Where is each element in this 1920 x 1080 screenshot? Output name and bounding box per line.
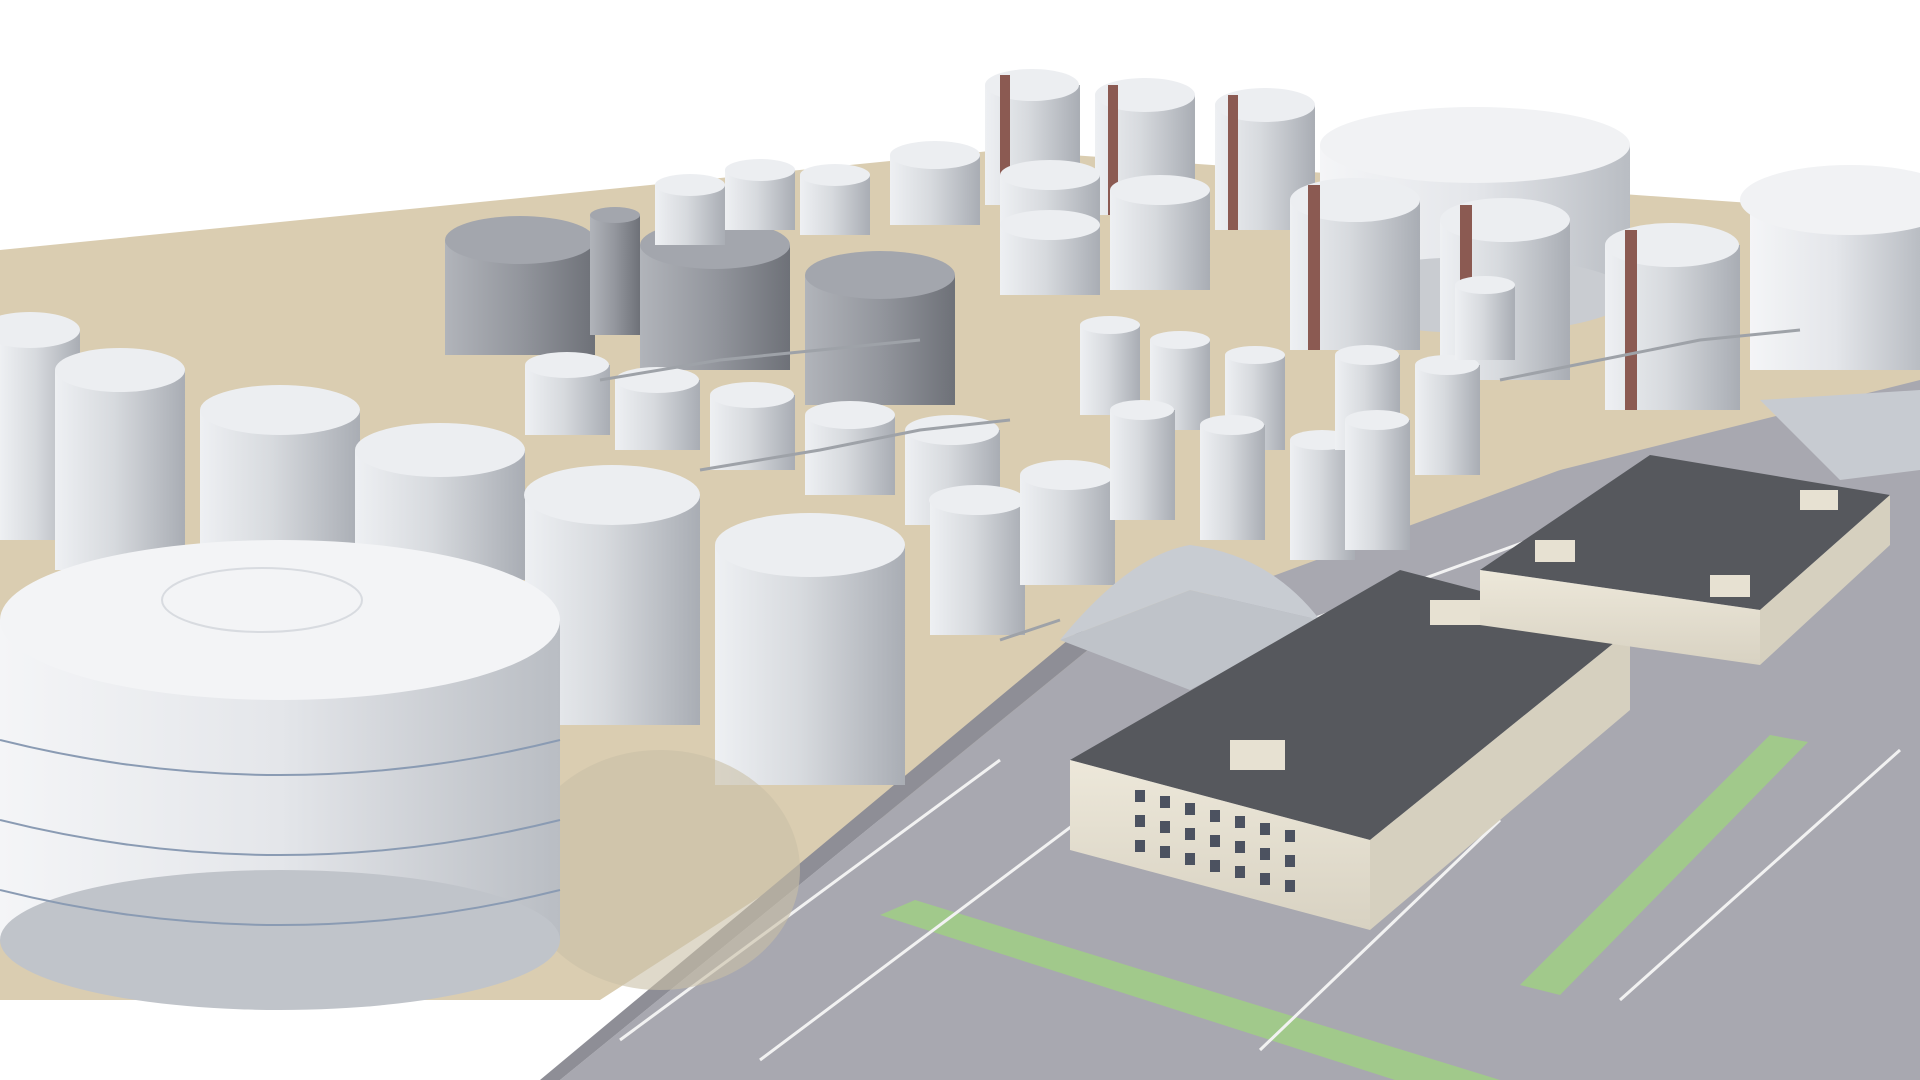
roof-vent: [1710, 575, 1750, 597]
storage-tank: [890, 141, 980, 225]
storage-tank: [590, 207, 640, 335]
storage-tank: [725, 159, 795, 230]
large-dome-tank: [1740, 165, 1920, 370]
storage-tank: [1000, 210, 1100, 295]
storage-tank: [805, 251, 955, 405]
storage-tank: [1455, 276, 1515, 360]
storage-tank: [1110, 175, 1210, 290]
storage-tank: [200, 385, 360, 550]
storage-tank: [805, 401, 895, 495]
storage-tank: [1020, 460, 1115, 585]
storage-tank: [655, 174, 725, 245]
storage-tank: [615, 367, 700, 450]
storage-tank: [1200, 415, 1265, 540]
storage-tank: [525, 352, 610, 435]
storage-tank: [800, 164, 870, 235]
roof-vent: [1800, 490, 1838, 510]
storage-tank: [1415, 355, 1480, 475]
storage-tank: [929, 485, 1025, 635]
storage-tank: [1110, 400, 1175, 520]
storage-tank: [1345, 410, 1410, 550]
storage-tank: [445, 216, 595, 355]
storage-tank: [55, 348, 185, 570]
roof-vent: [1230, 740, 1285, 770]
storage-tank: [1605, 223, 1740, 410]
tank-farm-illustration: [0, 69, 1920, 1080]
roof-vent: [1535, 540, 1575, 562]
storage-tank: [1080, 316, 1140, 415]
storage-tank: [1290, 178, 1420, 350]
roof-vent: [1430, 600, 1480, 625]
storage-tank: [715, 513, 905, 785]
